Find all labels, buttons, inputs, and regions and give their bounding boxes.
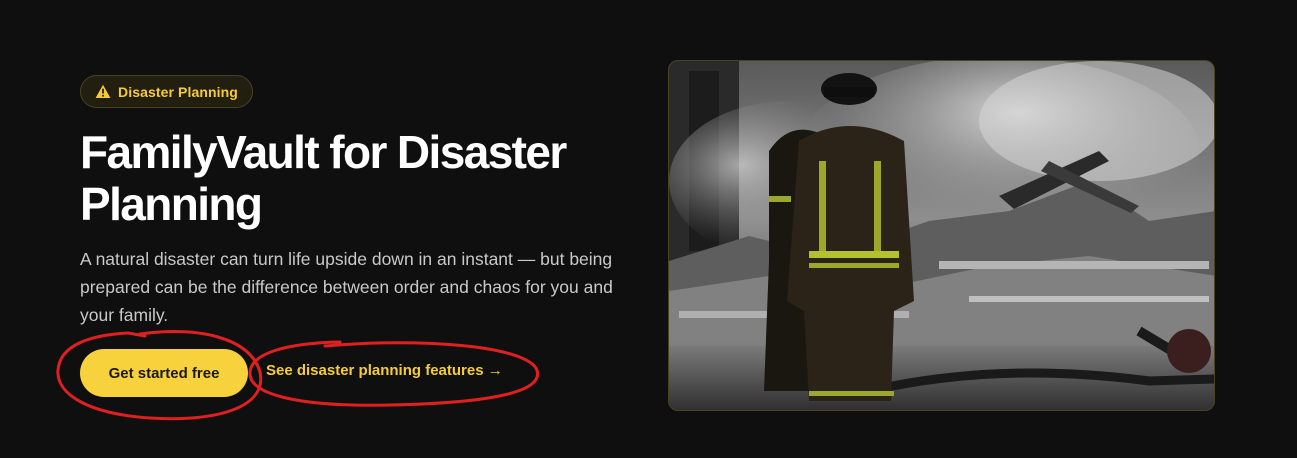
warning-icon	[95, 84, 111, 99]
category-badge: Disaster Planning	[80, 75, 253, 108]
get-started-button[interactable]: Get started free	[80, 349, 248, 397]
hero-section: Disaster Planning FamilyVault for Disast…	[0, 0, 1297, 458]
page-title: FamilyVault for Disaster Planning	[80, 126, 567, 230]
hero-description: A natural disaster can turn life upside …	[80, 249, 613, 325]
firefighters-image	[668, 60, 1215, 411]
disaster-features-link[interactable]: See disaster planning features →	[266, 362, 503, 379]
badge-label: Disaster Planning	[118, 83, 238, 100]
